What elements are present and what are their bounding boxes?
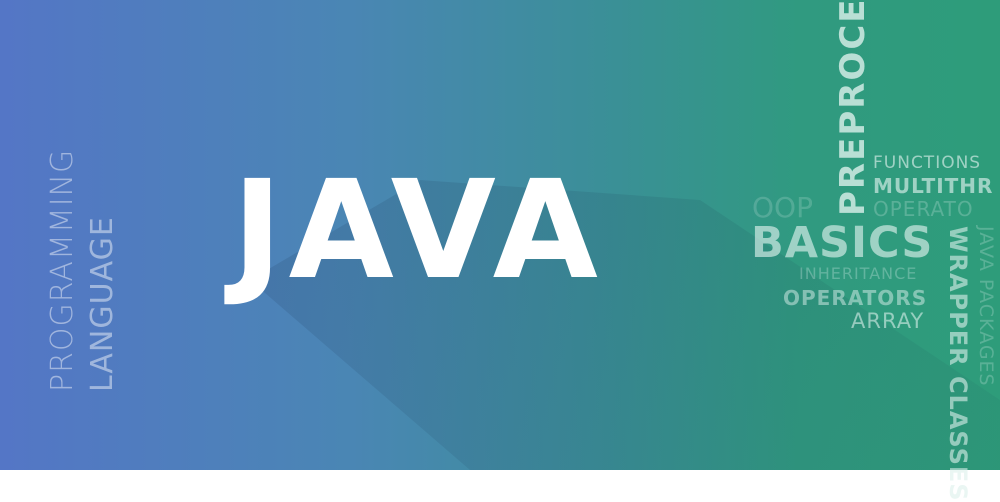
word-java-packages: JAVA PACKAGES bbox=[975, 226, 997, 387]
word-operators: OPERATORS bbox=[783, 286, 928, 310]
word-array: ARRAY bbox=[851, 309, 925, 333]
language-word: LANGUAGE bbox=[85, 216, 120, 392]
word-operators-light: OPERATO bbox=[873, 197, 974, 221]
word-wrapper-classes: WRAPPER CLASSES bbox=[944, 226, 972, 502]
programming-word: PROGRAMMING bbox=[45, 148, 80, 392]
word-preprocessor: PREPROCE bbox=[833, 0, 873, 216]
word-basics: BASICS bbox=[751, 218, 934, 268]
word-inheritance: INHERITANCE bbox=[799, 264, 918, 283]
word-functions: FUNCTIONS bbox=[873, 153, 982, 173]
word-multithreading: MULTITHR bbox=[873, 174, 994, 198]
main-title: JAVA bbox=[232, 152, 604, 310]
